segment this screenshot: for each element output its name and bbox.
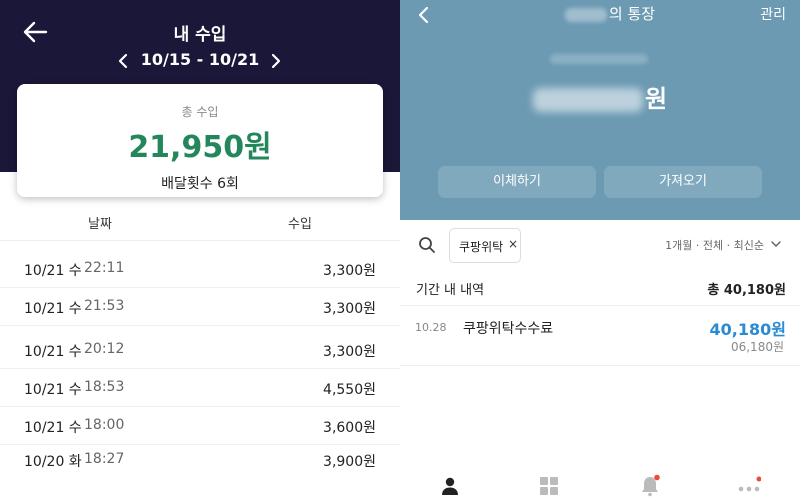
row-date: 10/21 수 [24,263,82,279]
filter-summary[interactable]: 1개월 · 전체 · 최신순 [665,237,764,253]
row-amount: 3,900원 [323,454,376,470]
grid-icon[interactable] [537,474,561,498]
redacted-owner-name [564,7,607,22]
transaction-balance: 06,180원 [730,340,784,354]
redacted-account-number [550,54,648,64]
row-time: 21:53 [84,298,125,314]
bank-account-screen: 의 통장 관리 원 이체하기 가져오기 쿠팡위탁 × 1개월 · 전체 · 최신… [400,0,800,500]
back-chevron-icon[interactable] [416,6,430,24]
person-icon[interactable] [438,474,462,498]
app-root: 내 수입 10/15 - 10/21 총 수입 21,950원 배달횟수 6회 … [0,0,800,500]
row-amount: 3,300원 [323,344,376,360]
transaction-date: 10.28 [415,321,447,334]
page-title: 내 수입 [173,25,227,45]
row-amount: 4,550원 [323,382,376,398]
row-date: 10/21 수 [24,301,82,317]
column-header-date: 날짜 [88,217,112,232]
account-header: 의 통장 관리 원 이체하기 가져오기 [400,0,800,220]
search-filter-chip[interactable]: 쿠팡위탁 × [449,228,521,263]
table-row[interactable]: 10/21 수 21:53 3,300원 [0,288,400,326]
row-time: 22:11 [84,260,125,276]
balance-currency: 원 [644,85,668,113]
delivery-count: 배달횟수 6회 [161,176,239,192]
list-item[interactable]: 10.28 쿠팡위탁수수료 40,180원 06,180원 [400,306,800,366]
table-row[interactable]: 10/20 화 18:27 3,900원 [0,441,400,479]
row-amount: 3,600원 [323,420,376,436]
transfer-button[interactable]: 이체하기 [438,166,596,198]
row-amount: 3,300원 [323,263,376,279]
row-time: 20:12 [84,341,125,357]
row-time: 18:00 [84,417,125,433]
period-summary-row: 기간 내 내역 총 40,180원 [400,270,800,306]
table-row[interactable]: 10/21 수 18:53 4,550원 [0,369,400,407]
account-title: 의 통장 [550,3,670,24]
income-screen: 내 수입 10/15 - 10/21 총 수입 21,950원 배달횟수 6회 … [0,0,400,500]
table-row[interactable]: 10/21 수 22:11 3,300원 [0,250,400,288]
row-time: 18:53 [84,379,125,395]
column-header-income: 수입 [288,217,312,232]
period-total: 총 40,180원 [707,283,786,298]
total-income-amount: 21,950원 [128,130,272,165]
row-amount: 3,300원 [323,301,376,317]
row-date: 10/21 수 [24,382,82,398]
transaction-amount: 40,180원 [709,320,786,339]
fetch-button[interactable]: 가져오기 [604,166,762,198]
week-range: 10/15 - 10/21 [140,50,260,69]
more-icon[interactable] [737,474,761,498]
search-icon[interactable] [418,236,436,254]
row-date: 10/20 화 [24,454,82,470]
chevron-down-icon[interactable] [770,238,782,250]
prev-week-chevron-icon[interactable] [117,52,129,70]
total-income-label: 총 수입 [181,105,219,119]
row-time: 18:27 [84,451,125,467]
chip-remove-icon[interactable]: × [508,237,518,251]
bell-icon[interactable] [638,474,662,498]
row-date: 10/21 수 [24,420,82,436]
manage-button[interactable]: 관리 [760,4,786,24]
account-balance: 원 [400,79,800,114]
table-header: 날짜 수입 [0,205,400,241]
next-week-chevron-icon[interactable] [270,52,282,70]
bottom-tab-bar [400,466,800,500]
table-row[interactable]: 10/21 수 20:12 3,300원 [0,331,400,369]
transaction-name: 쿠팡위탁수수료 [463,321,554,337]
account-title-suffix: 의 통장 [608,5,656,23]
chip-label: 쿠팡위탁 [459,240,504,254]
redacted-balance-amount [532,88,643,112]
table-row[interactable]: 10/21 수 18:00 3,600원 [0,407,400,445]
row-date: 10/21 수 [24,344,82,360]
income-summary-card: 총 수입 21,950원 배달횟수 6회 [17,84,383,197]
period-label: 기간 내 내역 [416,283,485,298]
